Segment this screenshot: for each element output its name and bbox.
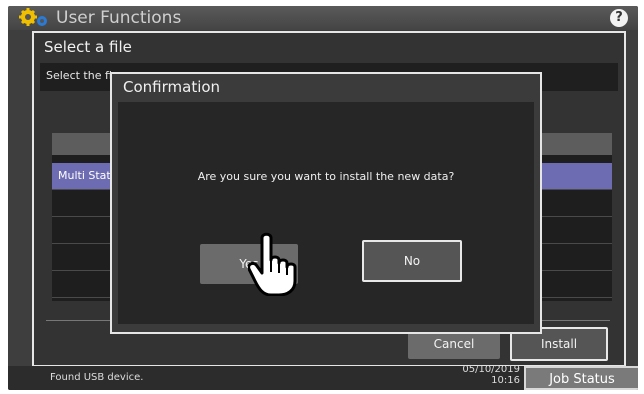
instruction-text: Select the fi bbox=[46, 69, 112, 82]
confirmation-title: Confirmation bbox=[123, 78, 221, 96]
gears-icon bbox=[19, 8, 47, 26]
app-title: User Functions bbox=[56, 8, 182, 28]
date-time: 05/10/2019 10:16 bbox=[460, 364, 520, 386]
status-message: Found USB device. bbox=[50, 372, 144, 383]
status-date: 05/10/2019 bbox=[462, 364, 520, 375]
dialog-title: Select a file bbox=[44, 38, 132, 56]
no-button[interactable]: No bbox=[362, 240, 462, 282]
list-item-label: Multi Stat bbox=[58, 169, 111, 182]
confirmation-message: Are you sure you want to install the new… bbox=[197, 170, 455, 183]
hand-pointer-icon bbox=[248, 232, 297, 296]
status-time: 10:16 bbox=[491, 375, 520, 386]
job-status-button[interactable]: Job Status bbox=[524, 366, 638, 390]
title-bar: User Functions ? bbox=[8, 6, 638, 30]
status-bar: Found USB device. 05/10/2019 10:16 Job S… bbox=[8, 364, 638, 390]
help-button[interactable]: ? bbox=[610, 9, 628, 27]
confirmation-dialog: Confirmation Are you sure you want to in… bbox=[110, 72, 542, 334]
device-screen: User Functions ? Select a file Select th… bbox=[8, 6, 638, 390]
confirmation-body: Are you sure you want to install the new… bbox=[118, 102, 534, 324]
